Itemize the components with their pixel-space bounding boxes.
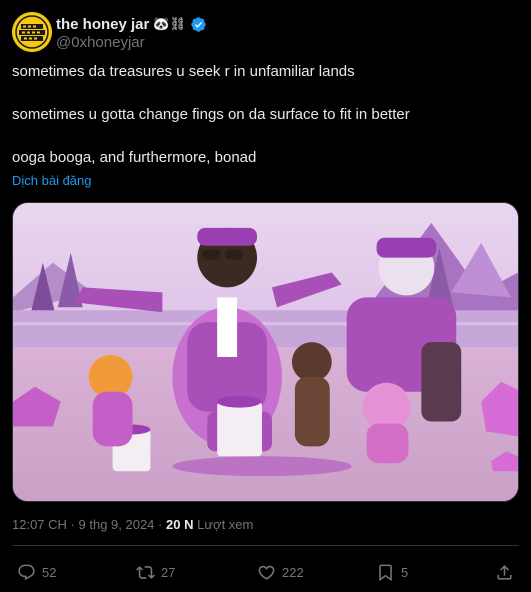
like-count: 222 xyxy=(282,564,304,580)
share-icon xyxy=(497,564,512,580)
tweet-meta: 12:07 CH · 9 thg 9, 2024 · 20 N Lượt xem xyxy=(12,517,253,532)
like-button[interactable]: 222 xyxy=(257,558,304,586)
post-time[interactable]: 12:07 CH xyxy=(12,517,67,532)
tweet-line: sometimes u gotta change fings on da sur… xyxy=(12,106,410,123)
repost-icon xyxy=(136,565,155,579)
name-emojis: 🐼⛓ xyxy=(153,16,187,32)
bookmark-button[interactable]: 5 xyxy=(376,558,408,586)
repost-count: 27 xyxy=(161,564,176,580)
tweet-line: ooga booga, and furthermore, bonad xyxy=(12,149,257,166)
reply-button[interactable]: 52 xyxy=(17,558,56,586)
views-label: Lượt xem xyxy=(197,517,254,532)
divider xyxy=(12,545,519,546)
reply-icon xyxy=(18,564,35,580)
bookmark-count: 5 xyxy=(401,564,409,580)
bears-painting-illustration xyxy=(13,203,518,501)
tweet-image[interactable] xyxy=(12,202,519,502)
name-row: the honey jar 🐼⛓ xyxy=(56,14,207,34)
bookmark-icon xyxy=(379,564,392,581)
meta-separator: · xyxy=(158,517,163,532)
post-date[interactable]: 9 thg 9, 2024 xyxy=(79,517,155,532)
share-button[interactable] xyxy=(495,558,514,586)
views-count: 20 N xyxy=(166,517,194,532)
translate-post-link[interactable]: Dịch bài đăng xyxy=(12,173,92,188)
tweet-line: sometimes da treasures u seek r in unfam… xyxy=(12,63,355,80)
avatar[interactable] xyxy=(12,12,52,52)
honey-jar-logo-icon xyxy=(12,12,52,52)
verified-badge-icon[interactable] xyxy=(190,16,207,33)
handle[interactable]: @0xhoneyjar xyxy=(56,34,145,51)
tweet-text: sometimes da treasures u seek r in unfam… xyxy=(12,62,519,191)
tweet-header: the honey jar 🐼⛓ @0xhoneyjar xyxy=(12,12,519,54)
display-name[interactable]: the honey jar xyxy=(56,16,149,33)
meta-separator: · xyxy=(70,517,75,532)
action-bar: 52 27 222 5 xyxy=(12,558,519,586)
heart-icon xyxy=(258,565,275,580)
repost-button[interactable]: 27 xyxy=(136,558,175,586)
reply-count: 52 xyxy=(42,564,57,580)
